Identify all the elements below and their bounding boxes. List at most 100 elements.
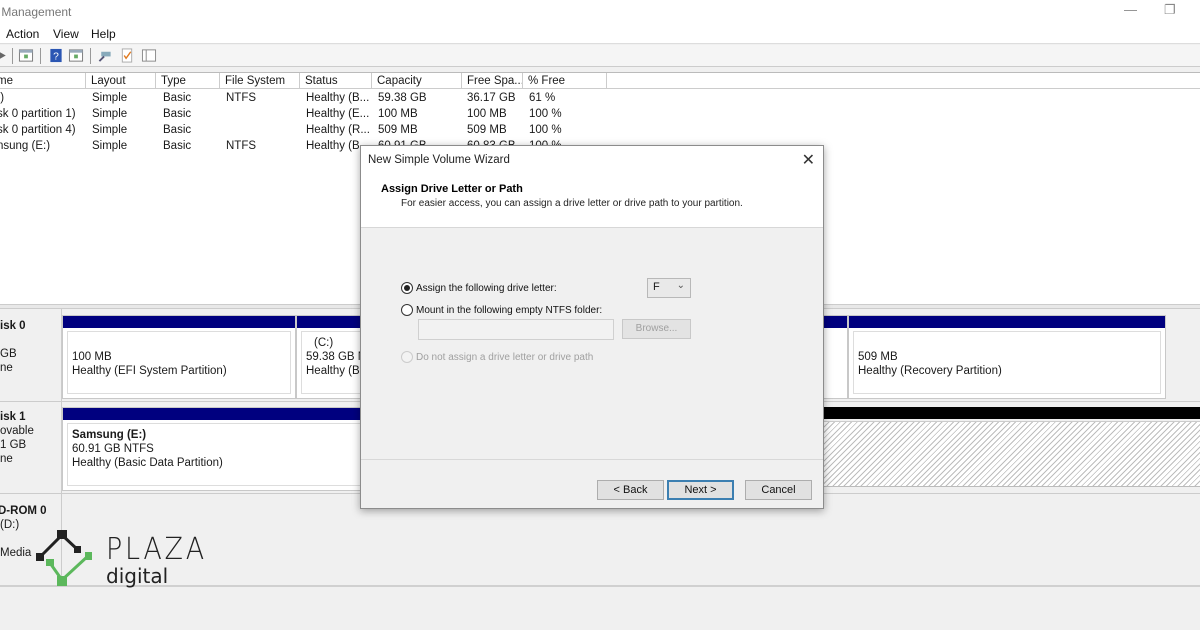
mount-folder-label[interactable]: Mount in the following empty NTFS folder… xyxy=(416,305,602,316)
wizard-heading: Assign Drive Letter or Path xyxy=(381,183,523,195)
volume-status: Healthy (B... xyxy=(306,92,370,104)
partition-status: Healthy (EFI System Partition) xyxy=(72,365,227,377)
svg-text:?: ? xyxy=(53,51,59,62)
no-letter-radio[interactable] xyxy=(401,351,413,363)
partition-recovery[interactable]: 509 MB Healthy (Recovery Partition) xyxy=(848,315,1166,399)
volume-capacity: 509 MB xyxy=(378,124,418,136)
volume-pct-free: 61 % xyxy=(529,92,556,104)
new-simple-volume-wizard: New Simple Volume Wizard ✕ Assign Drive … xyxy=(360,145,824,509)
volume-layout: Simple xyxy=(92,108,128,120)
partition-size: 509 MB xyxy=(858,351,898,363)
dialog-separator xyxy=(361,459,823,460)
partition-size: 100 MB xyxy=(72,351,112,363)
volume-status: Healthy (E... xyxy=(306,108,370,120)
partition-bar xyxy=(63,316,295,328)
close-icon[interactable]: ✕ xyxy=(802,150,815,170)
column-header-file-system[interactable]: File System xyxy=(220,73,300,89)
assign-letter-radio[interactable] xyxy=(401,282,413,294)
toolbar-separator xyxy=(40,48,41,64)
volume-fs: NTFS xyxy=(226,140,257,152)
list-icon[interactable] xyxy=(141,48,157,63)
column-header-status[interactable]: Status xyxy=(300,73,372,89)
column-header-layout[interactable]: Layout xyxy=(86,73,156,89)
toolbar-separator xyxy=(90,48,91,64)
menu-view[interactable]: View xyxy=(53,27,79,41)
disk-1-name: isk 1 xyxy=(0,411,26,423)
wizard-title: New Simple Volume Wizard xyxy=(368,154,510,166)
menu-help[interactable]: Help xyxy=(91,27,116,41)
volume-type: Basic xyxy=(163,140,192,152)
volume-layout: Simple xyxy=(92,124,128,136)
disk-0-type xyxy=(0,333,61,347)
assign-letter-label[interactable]: Assign the following drive letter: xyxy=(416,283,557,294)
volume-name: :) xyxy=(0,92,5,104)
volume-free: 100 MB xyxy=(467,108,507,120)
column-header-type[interactable]: Type xyxy=(156,73,220,89)
toolbar-separator xyxy=(12,48,13,64)
restore-button[interactable]: ❐ xyxy=(1164,2,1176,18)
menu-action[interactable]: Action xyxy=(6,27,39,41)
partition-efi[interactable]: 100 MB Healthy (EFI System Partition) xyxy=(62,315,296,399)
column-header-capacity[interactable]: Capacity xyxy=(372,73,462,89)
column-header-percent-free[interactable]: % Free xyxy=(523,73,607,89)
volume-fs: NTFS xyxy=(226,92,257,104)
wizard-header: New Simple Volume Wizard ✕ Assign Drive … xyxy=(361,146,823,228)
volume-name: sk 0 partition 4) xyxy=(0,124,76,136)
drive-letter-select[interactable]: F ⌄ xyxy=(647,278,691,298)
minimize-button[interactable]: — xyxy=(1124,2,1137,17)
disk-1-label[interactable]: isk 1 ovable 1 GB ne xyxy=(0,402,62,493)
volume-row[interactable]: sk 0 partition 1) Simple Basic Healthy (… xyxy=(0,107,1200,123)
unallocated-space[interactable] xyxy=(824,421,1200,487)
volume-free: 509 MB xyxy=(467,124,507,136)
disk-1-size: 1 GB xyxy=(0,439,27,451)
mount-folder-radio[interactable] xyxy=(401,304,413,316)
volume-row[interactable]: :) Simple Basic NTFS Healthy (B... 59.38… xyxy=(0,91,1200,107)
disk-0-name: isk 0 xyxy=(0,320,26,332)
logo-sub: digital xyxy=(106,564,169,588)
disk-0-size: GB xyxy=(0,348,17,360)
partition-body: 100 MB Healthy (EFI System Partition) xyxy=(67,331,291,394)
volume-capacity: 100 MB xyxy=(378,108,418,120)
volume-capacity: 59.38 GB xyxy=(378,92,427,104)
checklist-icon[interactable] xyxy=(119,48,135,63)
console-icon[interactable] xyxy=(68,48,84,63)
volume-type: Basic xyxy=(163,108,192,120)
connect-icon[interactable] xyxy=(97,48,113,63)
partition-status: Healthy (Recovery Partition) xyxy=(858,365,1002,377)
disk-0-status: ne xyxy=(0,362,13,374)
browse-button[interactable]: Browse... xyxy=(622,319,691,339)
volume-layout: Simple xyxy=(92,140,128,152)
toolbar: ? xyxy=(0,45,1200,67)
volume-layout: Simple xyxy=(92,92,128,104)
logo-brand: PLAZA xyxy=(106,532,207,567)
partition-bar xyxy=(849,316,1165,328)
volume-free: 36.17 GB xyxy=(467,92,516,104)
no-letter-label[interactable]: Do not assign a drive letter or drive pa… xyxy=(416,352,593,363)
chevron-down-icon: ⌄ xyxy=(676,280,685,291)
properties-icon[interactable] xyxy=(18,48,34,63)
folder-path-input[interactable] xyxy=(418,319,614,340)
volume-name: sk 0 partition 1) xyxy=(0,108,76,120)
disk-0-label[interactable]: isk 0 GB ne xyxy=(0,309,62,401)
disk-1-status: ne xyxy=(0,453,13,465)
help-icon[interactable]: ? xyxy=(48,48,64,63)
disk-1-type: ovable xyxy=(0,425,34,437)
drive-letter-value: F xyxy=(653,281,660,293)
volume-type: Basic xyxy=(163,124,192,136)
column-header-volume[interactable]: me xyxy=(0,73,86,89)
volume-pct-free: 100 % xyxy=(529,124,562,136)
next-button[interactable]: Next > xyxy=(667,480,734,500)
window-title: k Management xyxy=(0,5,72,19)
partition-title xyxy=(858,336,1156,350)
cdrom-0-name: D-ROM 0 xyxy=(0,505,47,517)
back-button[interactable]: < Back xyxy=(597,480,664,500)
column-header-free-space[interactable]: Free Spa... xyxy=(462,73,523,89)
wizard-subheading: For easier access, you can assign a driv… xyxy=(401,198,743,209)
forward-icon[interactable] xyxy=(0,48,10,63)
volume-type: Basic xyxy=(163,92,192,104)
volume-pct-free: 100 % xyxy=(529,108,562,120)
volume-row[interactable]: sk 0 partition 4) Simple Basic Healthy (… xyxy=(0,123,1200,139)
cancel-button[interactable]: Cancel xyxy=(745,480,812,500)
volume-list-header: me Layout Type File System Status Capaci… xyxy=(0,72,1200,89)
unallocated-bar xyxy=(762,407,1200,419)
